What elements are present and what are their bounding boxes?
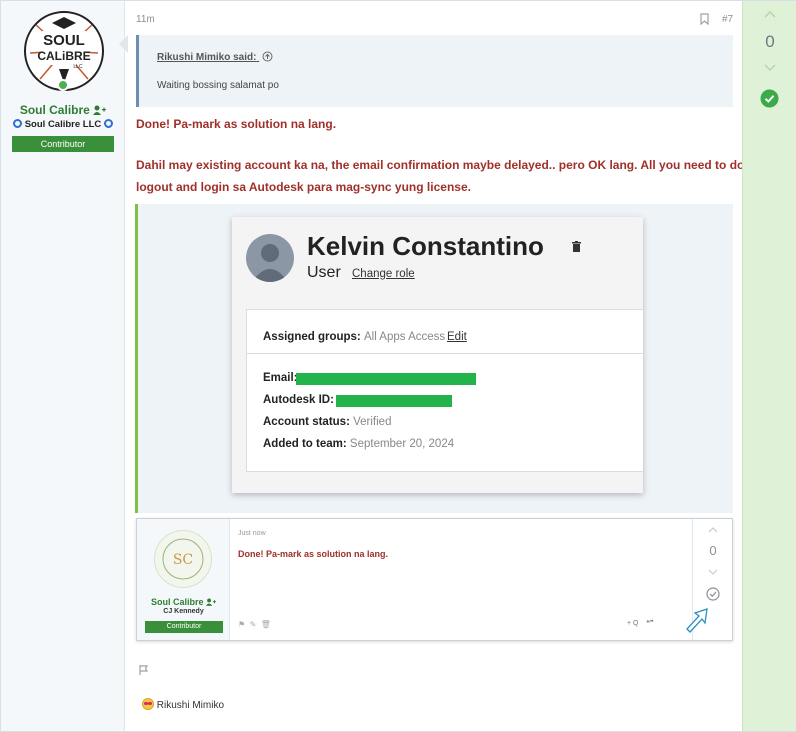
avatar-text-2: CALiBRE [37,49,90,63]
edit-link: Edit [447,331,467,343]
quote-author-text: Rikushi Mimiko said: [157,52,257,63]
account-status-value: Verified [353,416,392,428]
s2-user-column: SC Soul Calibre CJ Kennedy Contributor [137,519,230,640]
s2-solution-icon [706,587,720,601]
post-time[interactable]: 11m [136,14,155,25]
s2-vote-count: 0 [709,543,717,558]
heart-eyes-icon [142,698,154,710]
autodesk-id-redaction [336,395,452,407]
change-role-link: Change role [352,268,415,280]
vote-column: 0 [742,1,796,731]
autodesk-id-label: Autodesk ID: [263,394,334,406]
username[interactable]: Soul Calibre [1,103,125,117]
user-card: Kelvin Constantino User Change role Assi… [232,217,644,493]
account-status-label: Account status: [263,416,350,428]
email-label: Email: [263,372,298,384]
embedded-screenshot-2[interactable]: SC Soul Calibre CJ Kennedy Contributor J… [136,518,733,641]
user-banner: Contributor [12,136,114,152]
s2-username: Soul Calibre [137,597,230,607]
user-avatar-icon [246,234,294,282]
person-icon [252,244,288,282]
soul-calibre-logo: SOUL CALiBRE LLC [28,15,100,87]
account-status-row: Account status: Verified [263,416,391,428]
upvote-icon[interactable] [763,9,777,19]
assigned-groups-label: Assigned groups: [263,331,361,343]
trash-icon [572,241,581,252]
forum-post: SOUL CALiBRE LLC Soul Calibre Soul Calib… [0,0,796,732]
s2-actions: + Q ❝❞ [627,619,654,627]
reaction-summary[interactable]: Rikushi Mimiko [142,698,224,711]
solution-check-icon[interactable] [760,89,779,108]
avatar-text-3: LLC [73,64,83,70]
account-details: Assigned groups: All Apps Access Edit Em… [246,309,644,472]
message-line-1: Done! Pa-mark as solution na lang. [136,117,337,131]
s2-user-title: CJ Kennedy [163,608,204,615]
quote-author[interactable]: Rikushi Mimiko said: [157,51,273,63]
bookmark-icon[interactable] [699,13,710,25]
card-user-name: Kelvin Constantino [307,231,544,261]
downvote-icon[interactable] [763,63,777,73]
ring-icon [13,119,23,128]
reaction-user: Rikushi Mimiko [156,700,225,711]
s2-avatar: SC [154,530,212,588]
quote-block: Rikushi Mimiko said: Waiting bossing sal… [136,35,733,107]
email-redaction [296,373,476,385]
add-user-icon [206,598,217,606]
added-to-team-value: September 20, 2024 [349,438,455,450]
s2-reply-action: ❝❞ [646,620,654,627]
quote-text: Waiting bossing salamat po [157,80,279,91]
add-user-icon[interactable] [93,105,107,115]
avatar-text-1: SOUL [43,32,85,49]
quote-pointer [119,35,128,53]
arrow-up-circle-icon[interactable] [262,51,273,62]
divider [247,353,644,354]
flag-icon[interactable] [138,664,150,676]
assigned-groups-row: Assigned groups: All Apps Access [263,331,445,343]
s2-vote-column: 0 [686,519,732,640]
card-role: User [307,264,341,281]
cursor-arrow-icon [686,608,708,633]
s2-quote-action: + Q [627,620,639,627]
s2-downvote-icon [708,569,718,575]
added-to-team-label: Added to team: [263,438,347,450]
post-number[interactable]: #7 [722,14,733,25]
message-line-3: logout and login sa Autodesk para mag-sy… [136,180,471,194]
user-title: Soul Calibre LLC [1,119,125,130]
embedded-screenshot-1[interactable]: Kelvin Constantino User Change role Assi… [135,204,733,513]
ring-icon [103,119,113,128]
s2-time: Just now [238,530,266,537]
s2-username-text: Soul Calibre [150,597,204,607]
vote-count: 0 [765,32,775,51]
monogram-logo-icon: SC [162,538,204,580]
s2-banner: Contributor [145,621,223,633]
added-to-team-row: Added to team: September 20, 2024 [263,438,454,450]
svg-text:SC: SC [173,552,193,568]
user-column: SOUL CALiBRE LLC Soul Calibre Soul Calib… [1,1,125,731]
assigned-groups-value: All Apps Access [363,331,446,343]
s2-upvote-icon [708,527,718,533]
s2-footer-icons: ⚑ ✎ 🗑 [238,620,271,629]
user-title-text: Soul Calibre LLC [24,119,102,130]
online-status-icon [57,79,69,91]
message-line-2: Dahil may existing account ka na, the em… [136,158,773,172]
s2-message: Done! Pa-mark as solution na lang. [238,549,389,559]
username-text: Soul Calibre [19,103,90,117]
